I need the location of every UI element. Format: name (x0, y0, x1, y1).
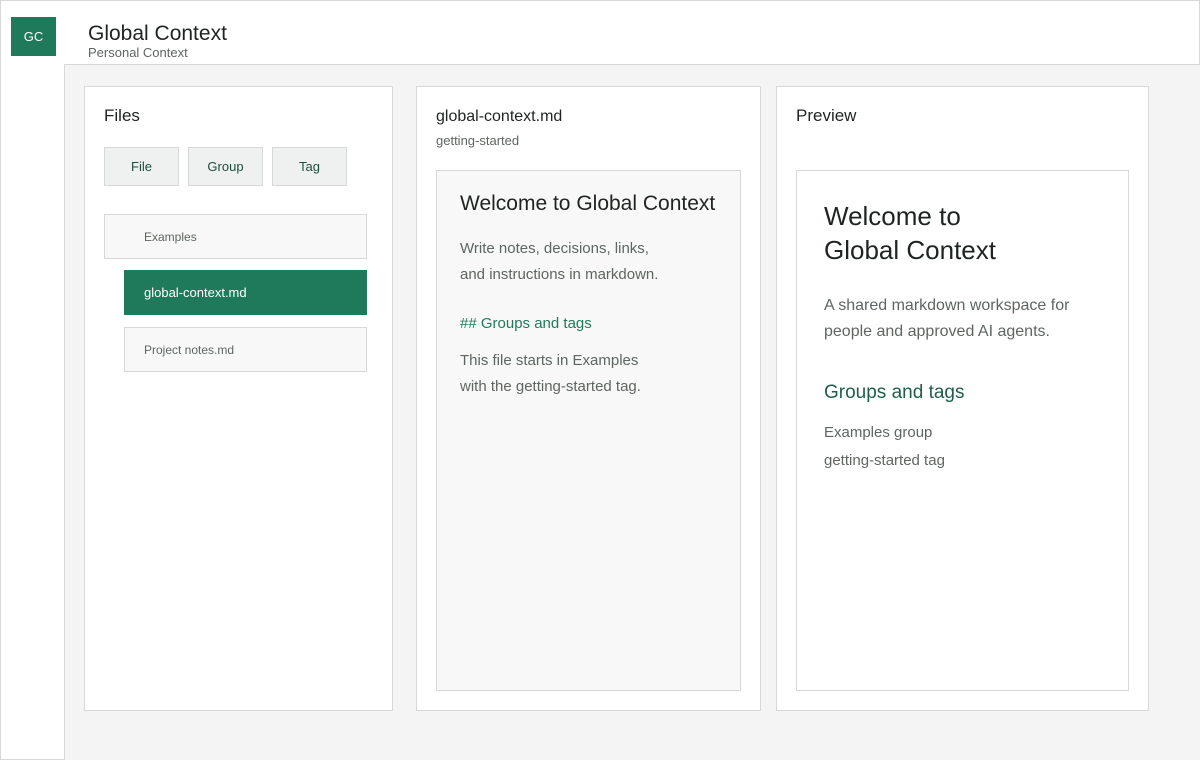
new-file-button[interactable]: File (104, 147, 179, 186)
editor-subheading: ## Groups and tags (460, 315, 592, 332)
editor-line: and instructions in markdown. (460, 266, 659, 283)
preview-subheading: Groups and tags (824, 382, 965, 403)
top-bar: Global Context Personal Context (64, 0, 1200, 65)
editor-tag: getting-started (436, 133, 520, 148)
markdown-editor[interactable]: Welcome to Global Context Write notes, d… (436, 170, 741, 691)
markdown-preview: Welcome to Global Context A shared markd… (796, 170, 1129, 691)
new-group-button[interactable]: Group (188, 147, 263, 186)
preview-heading-line: Global Context (824, 235, 996, 265)
preview-tag-line: getting-started tag (824, 452, 945, 469)
editor-line: Write notes, decisions, links, (460, 240, 649, 257)
tree-item-label: Examples (144, 229, 197, 244)
editor-heading: Welcome to Global Context (460, 192, 716, 215)
editor-panel: global-context.md getting-started Welcom… (416, 86, 761, 711)
files-panel: Files File Group Tag Examples global-con… (84, 86, 393, 711)
editor-line: with the getting-started tag. (460, 378, 641, 395)
preview-panel-title: Preview (796, 106, 857, 125)
preview-line: A shared markdown workspace for (824, 297, 1070, 314)
tree-file-project-notes[interactable]: Project notes.md (124, 327, 367, 372)
new-tag-button[interactable]: Tag (272, 147, 347, 186)
workspace-name: Personal Context (88, 45, 188, 60)
tree-item-label: Project notes.md (144, 342, 235, 357)
preview-heading-line: Welcome to (824, 201, 961, 231)
left-rail: GC (0, 0, 65, 760)
preview-paragraph: A shared markdown workspace for people a… (824, 293, 1069, 345)
tree-file-global-context[interactable]: global-context.md (124, 270, 367, 315)
tree-group-examples[interactable]: Examples (104, 214, 367, 259)
app-title: Global Context (88, 22, 227, 45)
files-panel-title: Files (104, 106, 140, 125)
preview-line: people and approved AI agents. (824, 323, 1050, 340)
preview-heading: Welcome to Global Context (824, 199, 996, 267)
app-logo[interactable]: GC (11, 17, 56, 56)
editor-filename: global-context.md (436, 108, 563, 125)
preview-group-line: Examples group (824, 424, 933, 441)
preview-panel: Preview Welcome to Global Context A shar… (776, 86, 1149, 711)
editor-line: This file starts in Examples (460, 352, 639, 369)
tree-item-label: global-context.md (144, 285, 247, 300)
